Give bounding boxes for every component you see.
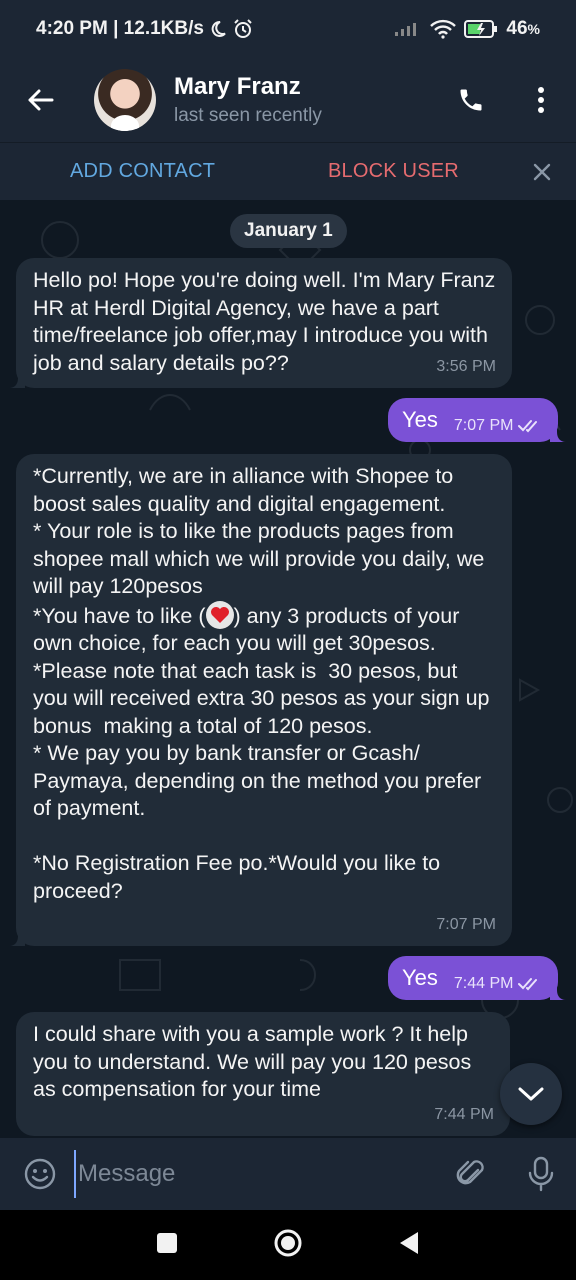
message-input[interactable] xyxy=(74,1150,436,1198)
bubble-tail xyxy=(9,372,25,388)
message-incoming[interactable]: I could share with you a sample work ? I… xyxy=(16,1012,510,1136)
microphone-button[interactable] xyxy=(506,1156,576,1192)
status-right: 46% xyxy=(394,18,540,40)
double-check-icon xyxy=(518,978,538,991)
battery-icon xyxy=(464,19,498,39)
close-action-bar-button[interactable] xyxy=(522,152,562,192)
date-separator: January 1 xyxy=(230,214,347,248)
circle-icon xyxy=(274,1229,302,1256)
message-time: 7:07 PM xyxy=(453,417,514,435)
emoji-icon xyxy=(24,1158,56,1190)
message-meta: 7:07 PM xyxy=(454,412,543,440)
message-text: Hello po! Hope you're doing well. I'm Ma… xyxy=(33,268,502,375)
message-meta: 7:44 PM xyxy=(454,970,543,998)
nav-back-button[interactable] xyxy=(398,1231,420,1260)
bubble-tail xyxy=(9,930,25,946)
status-time-speed: 4:20 PM | 12.1KB/s xyxy=(36,18,204,39)
message-outgoing[interactable]: Yes 7:44 PM xyxy=(388,956,566,1000)
chevron-down-icon xyxy=(518,1087,544,1101)
more-vert-icon xyxy=(538,87,544,113)
message-text: *Currently, we are in alliance with Shop… xyxy=(33,464,490,903)
message-input-bar xyxy=(0,1138,576,1210)
system-nav-bar xyxy=(0,1210,576,1280)
contact-title-block[interactable]: Mary Franz last seen recently xyxy=(174,73,322,127)
message-text: Yes xyxy=(402,965,438,991)
back-arrow-icon xyxy=(28,89,54,111)
back-button[interactable] xyxy=(0,58,80,142)
contact-action-bar: ADD CONTACT BLOCK USER xyxy=(0,142,576,200)
home-button[interactable] xyxy=(273,1228,303,1263)
avatar[interactable] xyxy=(94,69,156,131)
moon-icon xyxy=(208,19,228,39)
add-contact-button[interactable]: ADD CONTACT xyxy=(70,160,215,183)
status-left: 4:20 PM | 12.1KB/s xyxy=(36,18,254,40)
wifi-icon xyxy=(430,19,457,39)
message-time: 3:56 PM xyxy=(436,357,496,375)
paperclip-icon xyxy=(456,1160,484,1185)
message-incoming[interactable]: Hello po! Hope you're doing well. I'm Ma… xyxy=(9,258,512,388)
heart-emoji-icon xyxy=(205,600,234,629)
header-actions xyxy=(436,58,576,142)
chat-header: Mary Franz last seen recently xyxy=(0,58,576,142)
message-incoming[interactable]: *Currently, we are in alliance with Shop… xyxy=(9,454,512,946)
message-text: Yes xyxy=(402,407,438,433)
block-user-button[interactable]: BLOCK USER xyxy=(328,160,459,183)
contact-status: last seen recently xyxy=(174,105,322,126)
status-bar: 4:20 PM | 12.1KB/s 46% xyxy=(0,0,576,58)
message-outgoing[interactable]: Yes 7:07 PM xyxy=(388,398,566,442)
contact-name: Mary Franz xyxy=(174,73,301,100)
phone-icon xyxy=(460,89,482,111)
microphone-icon xyxy=(528,1156,554,1192)
alarm-icon xyxy=(232,18,254,40)
bubble-tail xyxy=(550,984,566,1000)
battery-percent: 46% xyxy=(506,18,540,39)
message-time: 7:44 PM xyxy=(434,1105,494,1123)
emoji-button[interactable] xyxy=(0,1157,80,1191)
call-button[interactable] xyxy=(436,58,506,142)
message-text: I could share with you a sample work ? I… xyxy=(33,1022,478,1101)
scroll-to-bottom-button[interactable] xyxy=(500,1063,562,1125)
bubble-tail xyxy=(550,426,566,442)
triangle-back-icon xyxy=(400,1231,418,1254)
more-options-button[interactable] xyxy=(506,58,576,142)
attach-button[interactable] xyxy=(436,1158,506,1190)
square-icon xyxy=(157,1232,177,1253)
chat-area[interactable]: January 1 Hello po! Hope you're doing we… xyxy=(0,200,576,1138)
signal-icon xyxy=(394,21,422,37)
message-time: 7:07 PM xyxy=(436,915,496,933)
double-check-icon xyxy=(518,420,538,433)
message-time: 7:44 PM xyxy=(453,975,514,993)
recents-button[interactable] xyxy=(156,1232,178,1259)
close-icon xyxy=(533,163,551,181)
